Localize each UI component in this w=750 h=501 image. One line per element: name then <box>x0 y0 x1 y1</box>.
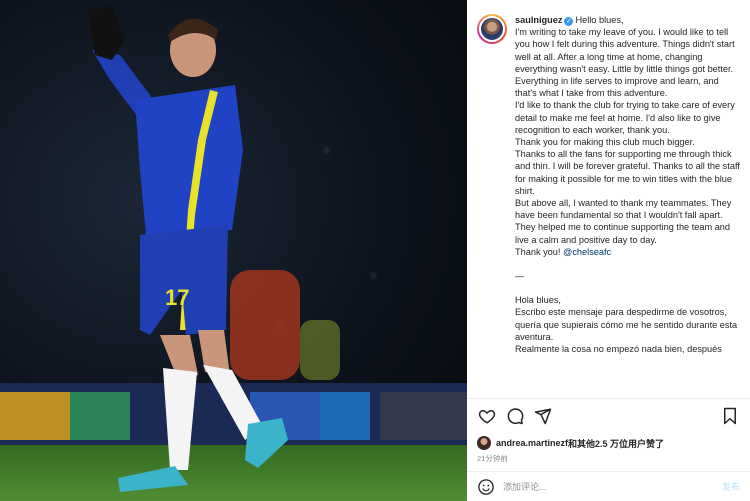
caption-line-4: Thank you for making this club much bigg… <box>515 137 695 148</box>
caption-line-3: I'd like to thank the club for trying to… <box>515 100 735 135</box>
caption-line-6: But above all, I wanted to thank my team… <box>515 198 732 245</box>
post-photo[interactable]: 17 <box>0 0 467 501</box>
background-person <box>300 320 340 380</box>
ad-board-green <box>70 392 130 440</box>
player-illustration: 17 <box>0 6 467 501</box>
share-icon[interactable] <box>533 406 553 426</box>
heart-icon[interactable] <box>477 406 497 426</box>
liker-avatar[interactable] <box>477 436 491 450</box>
post-comment-button[interactable]: 发布 <box>722 480 740 493</box>
caption-line-7: Thank you! <box>515 246 561 257</box>
emoji-icon[interactable] <box>477 478 495 496</box>
player-number: 17 <box>165 285 189 310</box>
ad-board-yellow <box>0 392 70 440</box>
post-side-panel: saulniguez ✓ Hello blues, I'm writing to t… <box>467 0 750 501</box>
avatar[interactable] <box>479 16 505 42</box>
instagram-post: 17 saulniguez ✓ Hello blues, I'm writing t… <box>0 0 750 501</box>
likes-count-text[interactable]: 和其他2.5 万位用户赞了 <box>568 437 664 450</box>
likes-row[interactable]: andrea.martinezf 和其他2.5 万位用户赞了 <box>467 433 750 451</box>
caption-line-0: Hello blues, <box>575 15 624 25</box>
caption-line-10: Hola blues, <box>515 295 561 306</box>
bookmark-icon[interactable] <box>720 406 740 426</box>
caption-line-11: Escribo este mensaje para despedirme de … <box>515 307 738 342</box>
mention-link[interactable]: @chelseafc <box>563 247 611 257</box>
caption-line-2: Everything in life serves to improve and… <box>515 76 719 99</box>
comment-input[interactable]: 添加评论... <box>503 480 722 493</box>
caption-line-1: I'm writing to take my leave of you. I w… <box>515 27 735 74</box>
caption-line-12: Realmente la cosa no empezó nada bien, d… <box>515 344 722 355</box>
ad-board-grey <box>380 392 467 440</box>
story-ring[interactable] <box>477 14 507 44</box>
username-link[interactable]: saulniguez <box>515 15 562 25</box>
post-timestamp[interactable]: 21分钟前 <box>467 451 750 471</box>
caption-line-5: Thanks to all the fans for supporting me… <box>515 149 740 196</box>
verified-badge-icon: ✓ <box>564 17 574 26</box>
comment-bar: 添加评论... 发布 <box>467 471 750 501</box>
caption-separator: — <box>515 271 525 282</box>
liker-username[interactable]: andrea.martinezf <box>496 438 568 448</box>
action-bar <box>467 398 750 433</box>
caption-text: saulniguez ✓ Hello blues, I'm writing to t… <box>515 14 740 398</box>
caption-area[interactable]: saulniguez ✓ Hello blues, I'm writing to t… <box>467 0 750 398</box>
steward-bib <box>230 270 300 380</box>
comment-icon[interactable] <box>505 406 525 426</box>
ad-board-lightblue <box>320 392 370 440</box>
